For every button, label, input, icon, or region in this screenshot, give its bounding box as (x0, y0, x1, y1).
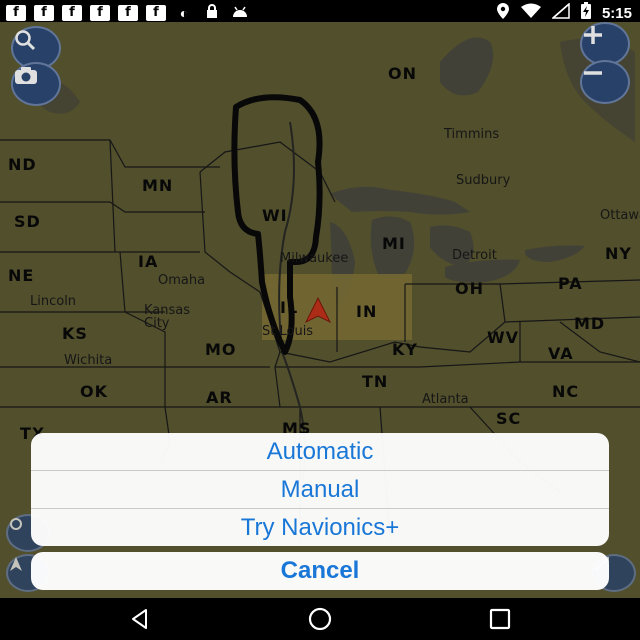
home-icon[interactable] (305, 606, 335, 632)
option-automatic[interactable]: Automatic (31, 433, 609, 471)
option-try-navionics-plus[interactable]: Try Navionics+ (31, 509, 609, 546)
wifi-icon (520, 3, 542, 24)
facebook-icon: f (62, 4, 82, 21)
signal-icon (550, 2, 570, 24)
action-sheet: Automatic Manual Try Navionics+ (31, 433, 609, 546)
back-icon[interactable] (125, 606, 155, 632)
data-saver-icon: ◐ (179, 4, 189, 21)
facebook-icon: f (118, 4, 138, 21)
lock-icon (202, 3, 222, 22)
cancel-button[interactable]: Cancel (31, 552, 609, 590)
facebook-icon: f (146, 4, 166, 21)
facebook-icon: f (90, 4, 110, 21)
status-time: 5:15 (601, 5, 632, 22)
facebook-icon: f (34, 4, 54, 21)
facebook-icon: f (6, 4, 26, 21)
status-bar: f f f f f f ◐ 5:15 (0, 0, 640, 22)
android-icon (230, 4, 250, 21)
recents-icon[interactable] (485, 606, 515, 632)
option-manual[interactable]: Manual (31, 471, 609, 509)
navigation-bar (0, 598, 640, 640)
